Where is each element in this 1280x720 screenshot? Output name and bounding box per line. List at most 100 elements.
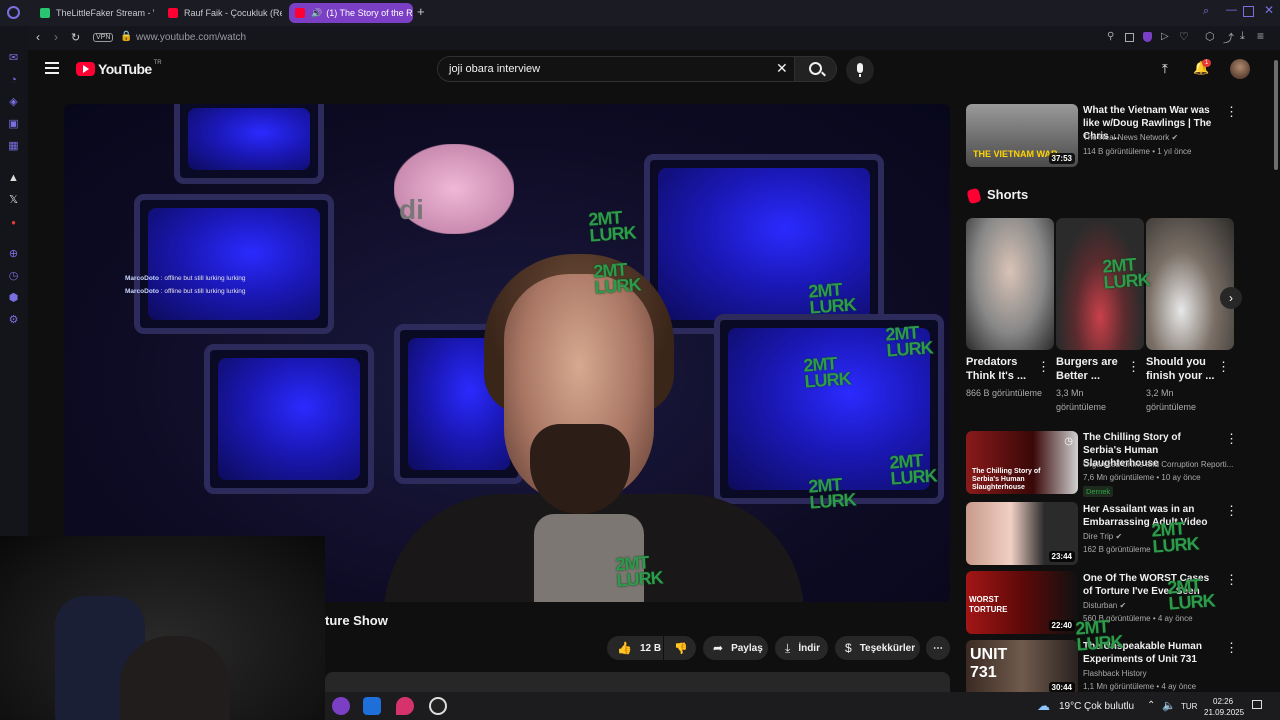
back-icon[interactable]: ‹ (36, 30, 40, 44)
search-input[interactable]: joji obara interview ✕ (437, 56, 795, 82)
channel-name[interactable]: Dire Trip ✔ (1083, 530, 1122, 543)
browser-tab-1[interactable]: TheLittleFaker Stream - W (34, 3, 154, 23)
search-tabs-icon[interactable]: ⌕ (1203, 5, 1209, 18)
voice-search-button[interactable] (846, 56, 874, 84)
easy-setup-icon[interactable]: ≡ (1257, 29, 1264, 43)
url-field[interactable]: www.youtube.com/watch (136, 32, 246, 43)
dislike-button[interactable]: 👎 (664, 636, 696, 660)
gallery-icon[interactable]: ▣ (7, 118, 20, 131)
video-menu-icon[interactable]: ⋮ (1225, 504, 1238, 517)
notifications-button[interactable]: 🔔 1 (1193, 59, 1212, 76)
reload-icon[interactable]: ↻ (71, 31, 80, 44)
hamburger-menu-icon[interactable] (45, 62, 59, 74)
video-thumbnail[interactable]: WORST TORTURE 22:40 (966, 571, 1078, 634)
short-thumbnail[interactable] (1146, 218, 1234, 350)
snapshot-icon[interactable] (1125, 33, 1134, 42)
channel-name[interactable]: Flashback History (1083, 667, 1147, 680)
video-thumbnail[interactable]: 23:44 (966, 502, 1078, 565)
video-player[interactable]: di MarcoDoto : offline but still lurking… (64, 104, 950, 602)
video-menu-icon[interactable]: ⋮ (1225, 641, 1238, 654)
weather-desc[interactable]: Çok bulutlu (1084, 701, 1134, 712)
youtube-logo[interactable]: YouTube TR (76, 60, 162, 77)
share-icon: ➦ (713, 641, 724, 655)
video-menu-icon[interactable]: ⋮ (1225, 432, 1238, 445)
share-button[interactable]: ➦ Paylaş (703, 636, 768, 660)
bookmarks-icon[interactable]: ⬢ (7, 292, 20, 305)
app-taskbar-icon[interactable] (396, 697, 414, 715)
crypto-wallet-icon[interactable]: ◈ (7, 96, 20, 109)
aria-icon[interactable]: ◔ (7, 74, 20, 87)
short-views: 3,3 Mn görüntüleme (1056, 388, 1107, 412)
x-twitter-icon[interactable]: 𝕏 (7, 194, 20, 207)
tray-chevron-icon[interactable]: ⌃ (1147, 700, 1155, 711)
record-icon[interactable]: ● (7, 216, 20, 229)
lurk-overlay: 2MT LURK (888, 450, 938, 489)
twitch-like-icon[interactable]: ▲ (7, 172, 20, 185)
language-indicator[interactable]: TUR (1181, 702, 1197, 711)
opera-logo-icon[interactable] (7, 6, 20, 19)
extensions-icon[interactable]: ⬡ (1205, 30, 1215, 43)
scrollbar-thumb[interactable] (1274, 60, 1278, 170)
more-actions-button[interactable]: ⋯ (926, 636, 950, 660)
shorts-next-button[interactable]: › (1220, 287, 1242, 309)
settings-icon[interactable]: ⚙ (7, 314, 20, 327)
browser-tab-2[interactable]: Rauf Faik - Çocukluk (Re (162, 3, 282, 23)
clock-date[interactable]: 21.09.2025 (1204, 708, 1244, 717)
notification-center-icon[interactable] (1252, 700, 1262, 709)
lurk-overlay: 2MT LURK (884, 322, 934, 361)
short-menu-icon[interactable]: ⋮ (1127, 360, 1140, 373)
player-icon[interactable]: ▦ (7, 140, 20, 153)
shield-icon[interactable] (1143, 32, 1152, 42)
volume-icon[interactable]: 🔈 (1162, 699, 1176, 712)
short-title[interactable]: Burgers are Better ... (1056, 355, 1128, 383)
heart-icon[interactable]: ♡ (1179, 30, 1189, 43)
download-icon[interactable]: ⤓ (1240, 30, 1245, 43)
browser-tab-active[interactable]: 🔊 (1) The Story of the Re (289, 3, 413, 23)
lurk-overlay: 2MT LURK (592, 259, 642, 298)
share-page-icon[interactable]: ⤴ (1223, 30, 1234, 46)
obs-taskbar-icon[interactable] (429, 697, 447, 715)
video-menu-icon[interactable]: ⋮ (1225, 573, 1238, 586)
maximize-icon[interactable] (1243, 6, 1254, 17)
clear-search-icon[interactable]: ✕ (776, 60, 788, 77)
messenger-icon[interactable]: ✉ (7, 52, 20, 65)
pin-icon[interactable]: ⚲ (1107, 31, 1114, 42)
weather-temp[interactable]: 19°C (1059, 701, 1081, 712)
video-thumbnail[interactable]: THE VIETNAM WAR 37:53 (966, 104, 1078, 167)
thanks-button[interactable]: $ Teşekkürler (835, 636, 920, 660)
short-menu-icon[interactable]: ⋮ (1037, 360, 1050, 373)
channel-name[interactable]: Organized Crime and Corruption Reporti..… (1083, 458, 1233, 471)
vpn-badge[interactable]: VPN (93, 33, 114, 42)
avatar[interactable] (1230, 59, 1250, 79)
forward-icon[interactable]: › (54, 30, 58, 44)
short-title[interactable]: Predators Think It's ... (966, 355, 1038, 383)
video-menu-icon[interactable]: ⋮ (1225, 105, 1238, 118)
play-icon[interactable]: ▷ (1161, 31, 1169, 42)
upload-icon[interactable]: ⤒ (1162, 61, 1168, 77)
video-thumbnail[interactable]: The Chilling Story of Serbia's Human Sla… (966, 431, 1078, 494)
channel-name[interactable]: The Real News Network ✔ (1083, 131, 1178, 144)
weather-icon[interactable]: ☁ (1037, 698, 1050, 714)
pink-sign: di (394, 144, 514, 234)
new-tab-button[interactable]: + (417, 5, 425, 19)
history-icon[interactable]: ◷ (7, 270, 20, 283)
like-button[interactable]: 👍 12 B (607, 636, 663, 660)
short-menu-icon[interactable]: ⋮ (1217, 360, 1230, 373)
download-button[interactable]: ⤓ İndir (775, 636, 828, 660)
video-thumbnail[interactable]: UNIT 731 30:44 (966, 640, 1078, 696)
channel-name[interactable]: Disturban ✔ (1083, 599, 1126, 612)
video-badge: Dernek (1083, 486, 1114, 497)
minimize-icon[interactable]: — (1226, 4, 1237, 16)
search-button[interactable] (795, 56, 837, 82)
explorer-taskbar-icon[interactable] (363, 697, 381, 715)
opera-taskbar-icon[interactable] (332, 697, 350, 715)
lurk-overlay: 2MT LURK (1166, 575, 1216, 614)
tab-title: Rauf Faik - Çocukluk (Re (184, 8, 282, 18)
description-box[interactable] (325, 672, 950, 694)
add-app-icon[interactable]: ⊕ (7, 248, 20, 261)
clock-time[interactable]: 02:26 (1213, 697, 1233, 706)
short-title[interactable]: Should you finish your ... (1146, 355, 1218, 383)
close-window-icon[interactable]: ✕ (1264, 3, 1274, 17)
short-thumbnail[interactable] (966, 218, 1054, 350)
lurk-overlay: 2MT LURK (614, 552, 664, 591)
